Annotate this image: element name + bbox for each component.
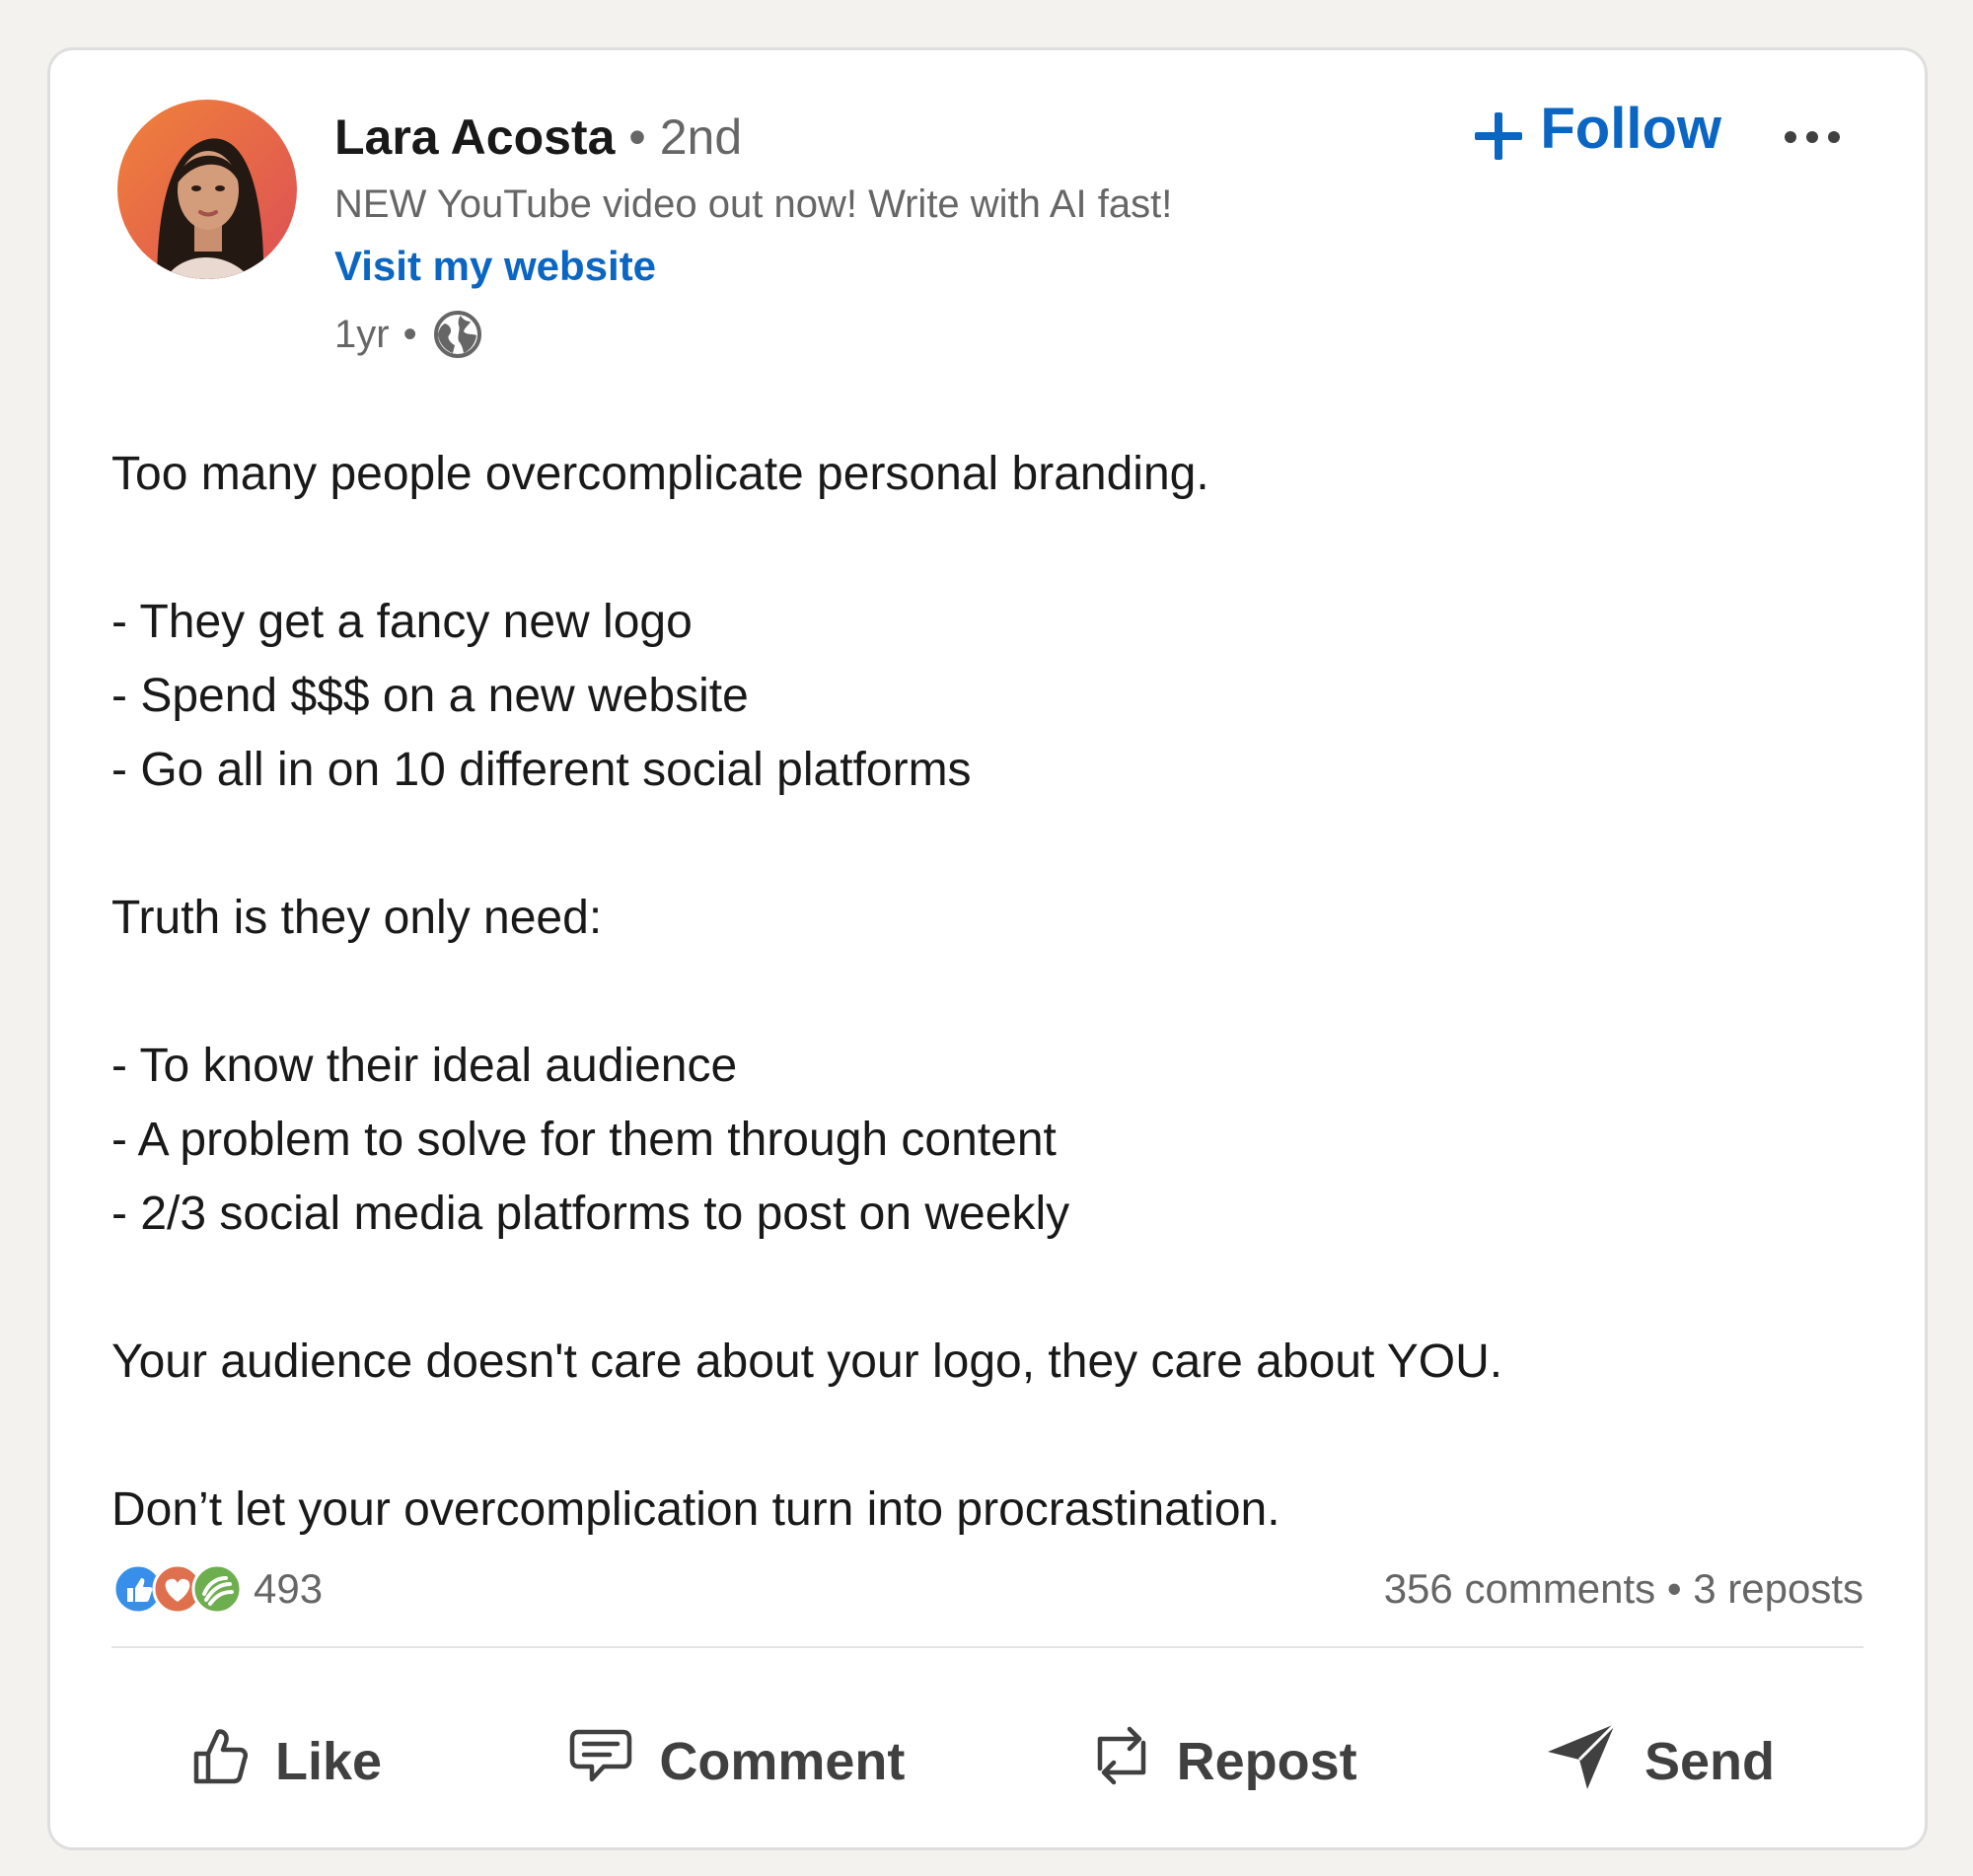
comment-icon bbox=[568, 1726, 633, 1798]
post-line bbox=[111, 807, 1867, 881]
more-options-button[interactable] bbox=[1777, 117, 1848, 157]
support-reaction-icon bbox=[190, 1562, 244, 1616]
comment-label: Comment bbox=[659, 1732, 906, 1791]
post-line bbox=[111, 511, 1867, 585]
post-age: 1yr bbox=[334, 313, 390, 356]
post-line bbox=[111, 1399, 1867, 1473]
plus-icon bbox=[1473, 104, 1524, 160]
post-card: Lara Acosta • 2nd NEW YouTube video out … bbox=[47, 47, 1928, 1850]
post-line bbox=[111, 955, 1867, 1029]
post-body: Too many people overcomplicate personal … bbox=[111, 437, 1867, 1547]
ellipsis-icon bbox=[1777, 131, 1848, 160]
send-icon bbox=[1544, 1718, 1619, 1806]
comments-count-link[interactable]: 356 comments bbox=[1384, 1565, 1655, 1612]
post-line: - They get a fancy new logo bbox=[111, 596, 693, 648]
avatar[interactable] bbox=[117, 100, 297, 279]
comment-button[interactable]: Comment bbox=[568, 1726, 905, 1798]
connection-degree: 2nd bbox=[659, 109, 743, 165]
globe-icon bbox=[431, 308, 484, 361]
post-line: Too many people overcomplicate personal … bbox=[111, 448, 1209, 500]
follow-button[interactable]: Follow bbox=[1473, 90, 1721, 169]
repost-label: Repost bbox=[1176, 1732, 1357, 1791]
name-separator: • bbox=[628, 109, 646, 165]
author-name-line: Lara Acosta • 2nd bbox=[334, 106, 1172, 169]
post-line: - Spend $$$ on a new website bbox=[111, 670, 749, 722]
post-line bbox=[111, 1251, 1867, 1325]
send-button[interactable]: Send bbox=[1544, 1718, 1775, 1806]
meta-separator: • bbox=[402, 313, 417, 356]
post-line: - A problem to solve for them through co… bbox=[111, 1114, 1057, 1166]
post-line: - 2/3 social media platforms to post on … bbox=[111, 1188, 1070, 1240]
repost-button[interactable]: Repost bbox=[1092, 1721, 1357, 1803]
author-headline: NEW YouTube video out now! Write with AI… bbox=[334, 182, 1173, 226]
like-button[interactable]: Like bbox=[190, 1724, 382, 1800]
counts-separator: • bbox=[1666, 1565, 1682, 1612]
divider bbox=[111, 1646, 1863, 1648]
post-line: Your audience doesn't care about your lo… bbox=[111, 1335, 1503, 1388]
comments-reposts-counts: 356 comments • 3 reposts bbox=[1384, 1565, 1863, 1613]
social-counts: 493 356 comments • 3 reposts bbox=[111, 1553, 1863, 1624]
follow-label: Follow bbox=[1540, 97, 1721, 161]
reposts-count-link[interactable]: 3 reposts bbox=[1693, 1565, 1863, 1612]
reaction-icons bbox=[111, 1562, 244, 1616]
post-line: - To know their ideal audience bbox=[111, 1040, 738, 1092]
post-line: Truth is they only need: bbox=[111, 892, 603, 944]
thumbs-up-icon bbox=[190, 1724, 250, 1800]
action-bar: Like Comment Repost Send bbox=[111, 1707, 1863, 1816]
repost-icon bbox=[1092, 1721, 1151, 1803]
post-line: - Go all in on 10 different social platf… bbox=[111, 744, 972, 796]
send-label: Send bbox=[1644, 1732, 1775, 1791]
post-meta: 1yr • bbox=[334, 307, 1172, 362]
post-line: Don’t let your overcomplication turn int… bbox=[111, 1483, 1280, 1536]
like-label: Like bbox=[275, 1732, 383, 1791]
reactions-summary[interactable]: 493 bbox=[111, 1562, 323, 1616]
author-name[interactable]: Lara Acosta bbox=[334, 109, 615, 165]
author-info: Lara Acosta • 2nd NEW YouTube video out … bbox=[334, 106, 1172, 362]
visit-website-link[interactable]: Visit my website bbox=[334, 240, 1172, 293]
reactions-count: 493 bbox=[254, 1565, 324, 1612]
